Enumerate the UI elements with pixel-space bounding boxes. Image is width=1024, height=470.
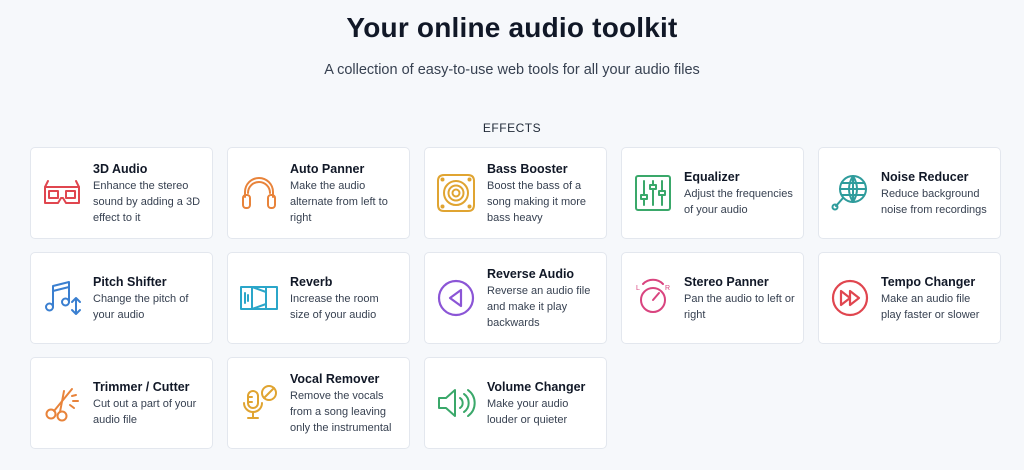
tool-card-reverb[interactable]: Reverb Increase the room size of your au… xyxy=(227,252,410,344)
tool-card-trimmer-cutter[interactable]: Trimmer / Cutter Cut out a part of your … xyxy=(30,357,213,449)
tool-card-equalizer[interactable]: Equalizer Adjust the frequencies of your… xyxy=(621,147,804,239)
music-note-icon xyxy=(41,277,83,319)
tool-title: Vocal Remover xyxy=(290,371,380,386)
tool-card-pitch-shifter[interactable]: Pitch Shifter Change the pitch of your a… xyxy=(30,252,213,344)
tool-card-reverse-audio[interactable]: Reverse Audio Reverse an audio file and … xyxy=(424,252,607,344)
tool-title: Equalizer xyxy=(684,169,740,184)
fast-forward-icon xyxy=(829,277,871,319)
svg-text:L: L xyxy=(636,285,640,292)
svg-text:R: R xyxy=(665,285,670,292)
room-icon xyxy=(238,277,280,319)
tool-title: Stereo Panner xyxy=(684,274,769,289)
pan-knob-icon: L R xyxy=(632,277,674,319)
tool-title: Bass Booster xyxy=(487,161,568,176)
tool-title: 3D Audio xyxy=(93,161,148,176)
equalizer-sliders-icon xyxy=(632,172,674,214)
tool-description: Increase the room size of your audio xyxy=(290,292,379,321)
tool-card-volume-changer[interactable]: Volume Changer Make your audio louder or… xyxy=(424,357,607,449)
tool-description: Boost the bass of a song making it more … xyxy=(487,179,587,224)
headphones-icon xyxy=(238,172,280,214)
tool-card-tempo-changer[interactable]: Tempo Changer Make an audio file play fa… xyxy=(818,252,1001,344)
tool-description: Remove the vocals from a song leaving on… xyxy=(290,389,392,434)
tool-card-noise-reducer[interactable]: Noise Reducer Reduce background noise fr… xyxy=(818,147,1001,239)
tool-title: Trimmer / Cutter xyxy=(93,379,190,394)
3d-glasses-icon xyxy=(41,172,83,214)
tool-card-stereo-panner[interactable]: L R Stereo Panner Pan the audio to left … xyxy=(621,252,804,344)
speaker-icon xyxy=(435,172,477,214)
page-title: Your online audio toolkit xyxy=(346,12,678,43)
tool-description: Pan the audio to left or right xyxy=(684,292,795,321)
tool-card-vocal-remover[interactable]: Vocal Remover Remove the vocals from a s… xyxy=(227,357,410,449)
globe-microphone-icon xyxy=(829,172,871,214)
tool-title: Pitch Shifter xyxy=(93,274,167,289)
reverse-play-icon xyxy=(435,277,477,319)
tool-title: Noise Reducer xyxy=(881,169,969,184)
tool-description: Make an audio file play faster or slower xyxy=(881,292,980,321)
tools-grid: 3D Audio Enhance the stereo sound by add… xyxy=(30,147,1001,449)
tool-description: Make the audio alternate from left to ri… xyxy=(290,179,388,224)
tool-description: Adjust the frequencies of your audio xyxy=(684,187,793,216)
tool-title: Reverse Audio xyxy=(487,266,575,281)
tool-title: Volume Changer xyxy=(487,379,586,394)
volume-icon xyxy=(435,382,477,424)
muted-microphone-icon xyxy=(238,382,280,424)
tool-title: Tempo Changer xyxy=(881,274,976,289)
scissors-icon xyxy=(41,382,83,424)
page-subtitle: A collection of easy-to-use web tools fo… xyxy=(324,62,700,78)
tool-description: Cut out a part of your audio file xyxy=(93,397,197,426)
tool-title: Reverb xyxy=(290,274,333,289)
tool-title: Auto Panner xyxy=(290,161,365,176)
tool-description: Make your audio louder or quieter xyxy=(487,397,569,426)
section-heading-effects: EFFECTS xyxy=(482,121,542,135)
tool-description: Reduce background noise from recordings xyxy=(881,187,987,216)
tool-card-3d-audio[interactable]: 3D Audio Enhance the stereo sound by add… xyxy=(30,147,213,239)
tool-card-bass-booster[interactable]: Bass Booster Boost the bass of a song ma… xyxy=(424,147,607,239)
tool-description: Reverse an audio file and make it play b… xyxy=(487,284,591,329)
tool-card-auto-panner[interactable]: Auto Panner Make the audio alternate fro… xyxy=(227,147,410,239)
tool-description: Enhance the stereo sound by adding a 3D … xyxy=(93,179,201,224)
tool-description: Change the pitch of your audio xyxy=(93,292,189,321)
